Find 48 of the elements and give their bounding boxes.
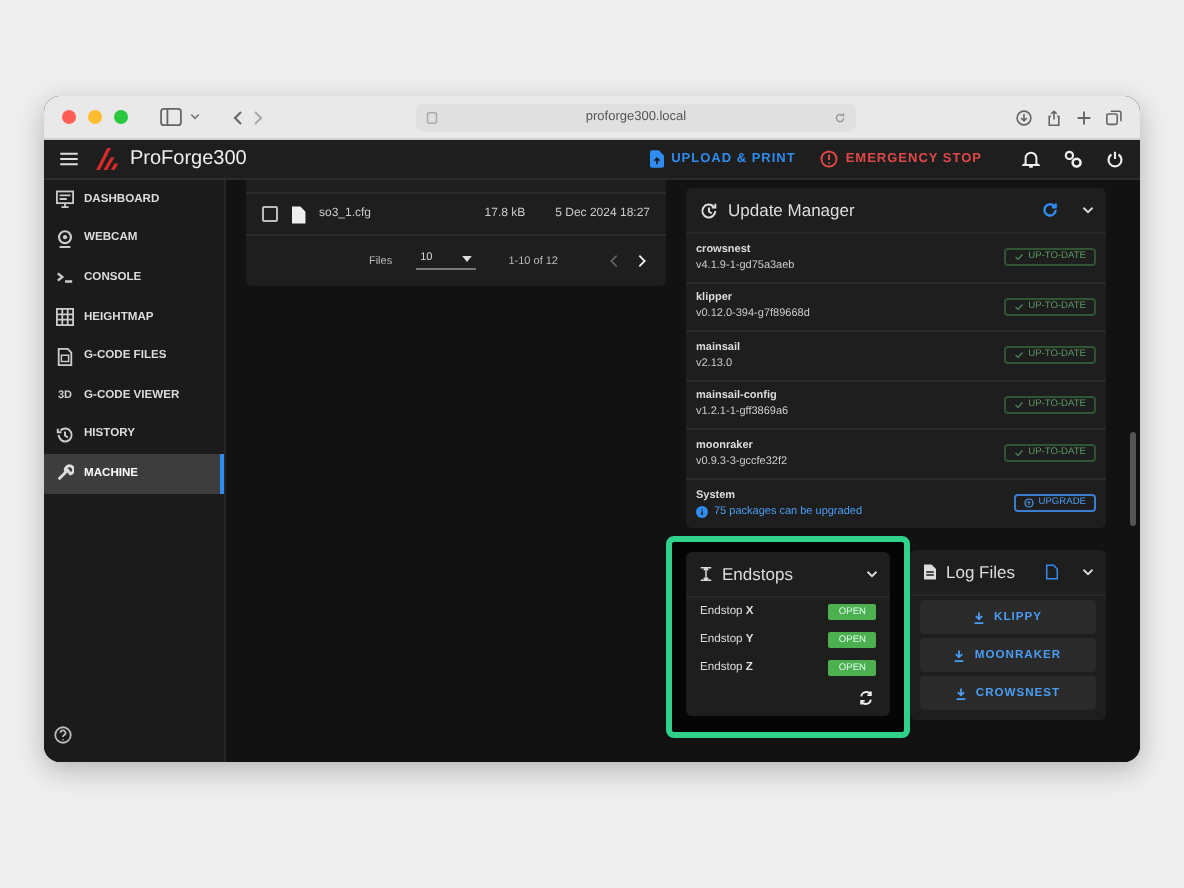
app-title: ProForge300 <box>130 148 247 170</box>
file-upload-icon[interactable] <box>649 150 664 168</box>
monitor-icon <box>56 190 74 209</box>
card-title: Endstops <box>722 564 793 584</box>
download-icon <box>955 687 966 699</box>
page-icon <box>426 111 438 123</box>
upgrade-icon <box>1024 498 1035 509</box>
terminal-icon <box>56 268 74 287</box>
sync-icon[interactable] <box>858 690 874 706</box>
power-icon[interactable] <box>1106 150 1124 168</box>
download-icon <box>974 611 985 623</box>
alert-icon[interactable] <box>819 150 838 168</box>
file-icon <box>291 205 305 223</box>
check-icon <box>1014 350 1025 361</box>
history-icon <box>56 425 74 444</box>
wrench-icon <box>56 464 74 483</box>
grid-icon <box>56 308 74 327</box>
endstop-icon <box>700 566 712 582</box>
tabs-overview-icon[interactable] <box>1106 109 1122 125</box>
update-icon <box>700 201 718 219</box>
sidebar-toggle-icon[interactable] <box>160 108 182 126</box>
help-icon[interactable] <box>54 726 72 744</box>
checkbox[interactable] <box>262 206 278 222</box>
check-icon <box>1014 399 1025 410</box>
info-icon <box>696 505 708 518</box>
dropdown-arrow-icon[interactable] <box>462 255 473 261</box>
scrollbar[interactable] <box>1130 432 1136 526</box>
settings-icon[interactable] <box>1064 150 1082 168</box>
file-icon <box>924 564 936 580</box>
card-title: Log Files <box>946 562 1015 582</box>
previous-page-icon[interactable] <box>610 254 618 268</box>
share-icon[interactable] <box>1046 109 1062 125</box>
next-page-icon[interactable] <box>638 254 646 268</box>
plus-icon[interactable] <box>1076 109 1092 125</box>
download-icon <box>954 649 965 661</box>
menu-icon[interactable] <box>60 152 78 166</box>
bell-icon[interactable] <box>1022 150 1040 168</box>
check-icon <box>1014 301 1025 312</box>
check-icon <box>1014 448 1025 459</box>
file-icon <box>56 347 74 366</box>
card-title: Update Manager <box>728 200 855 220</box>
check-icon <box>1014 252 1025 263</box>
webcam-icon <box>56 229 74 248</box>
back-icon[interactable] <box>232 109 244 125</box>
logo-icon <box>96 148 122 170</box>
download-icon[interactable] <box>1016 109 1032 125</box>
refresh-icon[interactable] <box>1042 202 1058 218</box>
file-icon[interactable] <box>1046 564 1058 580</box>
